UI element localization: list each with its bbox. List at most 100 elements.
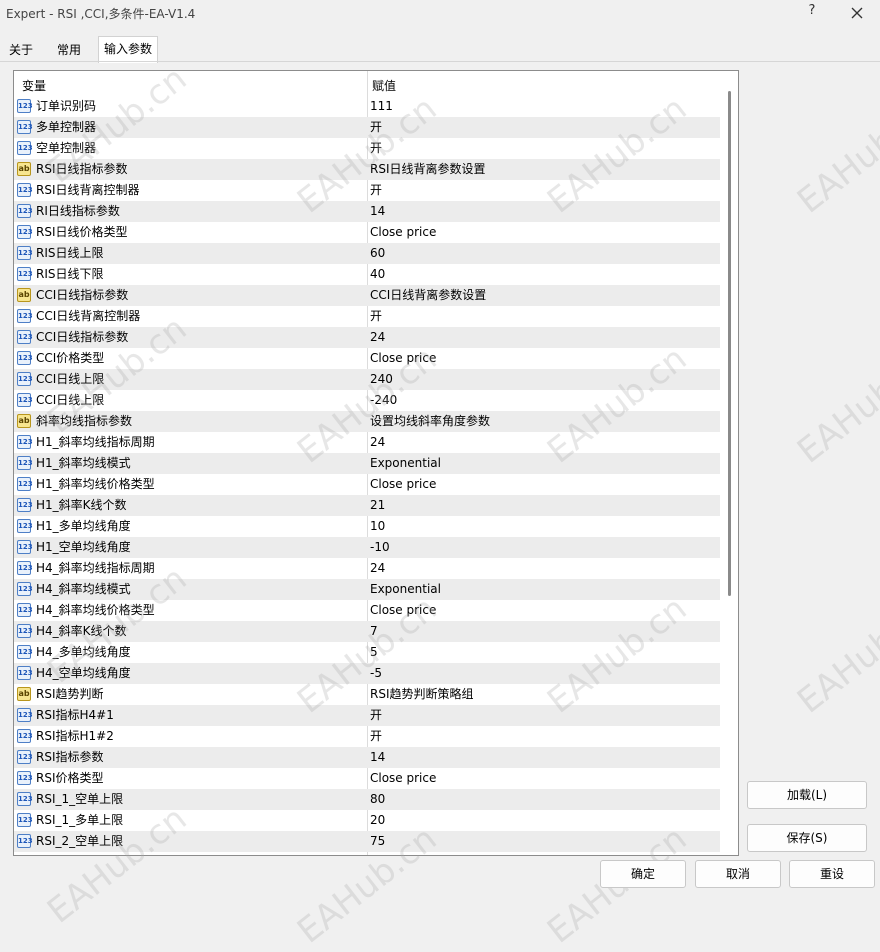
parameter-value[interactable]: 75: [370, 831, 385, 852]
parameter-value[interactable]: 10: [370, 516, 385, 537]
parameter-row[interactable]: 123 H4_斜率均线价格类型 Close price: [14, 600, 720, 621]
cancel-button[interactable]: 取消: [695, 860, 781, 888]
parameter-row[interactable]: 123 空单控制器 开: [14, 138, 720, 159]
watermark-text: EAHub.cn: [790, 588, 880, 722]
parameter-value[interactable]: 7: [370, 621, 378, 642]
parameter-row[interactable]: 123 CCI价格类型 Close price: [14, 348, 720, 369]
parameter-row[interactable]: 123 多单控制器 开: [14, 117, 720, 138]
parameter-name: CCI日线指标参数: [36, 288, 129, 302]
column-header-variable[interactable]: 变量: [22, 77, 46, 94]
parameter-value[interactable]: 24: [370, 558, 385, 579]
parameter-value[interactable]: 24: [370, 327, 385, 348]
vertical-scrollbar[interactable]: [721, 71, 738, 855]
parameter-value[interactable]: 14: [370, 201, 385, 222]
parameter-row[interactable]: ab RSI日线指标参数 RSI日线背离参数设置: [14, 159, 720, 180]
parameter-value[interactable]: RSI日线背离参数设置: [370, 159, 486, 180]
parameter-row[interactable]: 123 H1_空单均线角度 -10: [14, 537, 720, 558]
number-type-icon: 123: [17, 456, 33, 470]
help-button[interactable]: ?: [801, 3, 823, 23]
parameter-row[interactable]: 123 RI日线指标参数 14: [14, 201, 720, 222]
scrollbar-thumb[interactable]: [728, 91, 731, 596]
parameter-row[interactable]: ab RSI趋势判断 RSI趋势判断策略组: [14, 684, 720, 705]
parameter-row[interactable]: 123 H1_斜率均线价格类型 Close price: [14, 474, 720, 495]
parameter-value[interactable]: 21: [370, 495, 385, 516]
parameter-value[interactable]: 5: [370, 642, 378, 663]
tab-common[interactable]: 常用: [51, 40, 87, 61]
parameter-value[interactable]: 60: [370, 243, 385, 264]
watermark-text: EAHub.cn: [790, 88, 880, 222]
parameter-row[interactable]: 123 H4_斜率K线个数 7: [14, 621, 720, 642]
column-header-value[interactable]: 赋值: [372, 77, 396, 94]
parameter-row[interactable]: 123 H1_多单均线角度 10: [14, 516, 720, 537]
parameter-row[interactable]: 123 H1_斜率均线指标周期 24: [14, 432, 720, 453]
parameter-value[interactable]: 开: [370, 726, 382, 747]
parameter-name: 订单识别码: [36, 99, 97, 113]
save-button[interactable]: 保存(S): [747, 824, 867, 852]
parameter-row[interactable]: 123 RSI_1_多单上限 20: [14, 810, 720, 831]
parameter-row[interactable]: 123 RSI价格类型 Close price: [14, 768, 720, 789]
parameter-value[interactable]: -10: [370, 537, 390, 558]
parameter-value[interactable]: Close price: [370, 474, 436, 495]
parameter-row[interactable]: 123 H1_斜率K线个数 21: [14, 495, 720, 516]
parameter-row[interactable]: 123 CCI日线上限 240: [14, 369, 720, 390]
parameter-value[interactable]: 240: [370, 369, 393, 390]
parameter-row[interactable]: 123 RSI_2_空单上限 75: [14, 831, 720, 852]
parameter-name: H1_斜率均线模式: [36, 456, 131, 470]
parameter-row[interactable]: 123 订单识别码 111: [14, 96, 720, 117]
parameter-value[interactable]: 开: [370, 138, 382, 159]
parameter-value[interactable]: CCI日线背离参数设置: [370, 285, 486, 306]
parameter-row[interactable]: 123 RSI日线背离控制器 开: [14, 180, 720, 201]
parameter-row[interactable]: ab 斜率均线指标参数 设置均线斜率角度参数: [14, 411, 720, 432]
load-button[interactable]: 加载(L): [747, 781, 867, 809]
parameter-row[interactable]: 123 CCI日线上限 -240: [14, 390, 720, 411]
parameter-row[interactable]: 123 RSI指标H1#2 开: [14, 726, 720, 747]
parameter-value[interactable]: 111: [370, 96, 393, 117]
parameter-value[interactable]: 20: [370, 810, 385, 831]
reset-button[interactable]: 重设: [789, 860, 875, 888]
parameter-row[interactable]: 123 RSI指标H4#1 开: [14, 705, 720, 726]
tab-strip: 关于 常用 输入参数: [0, 36, 880, 63]
parameter-value[interactable]: 40: [370, 264, 385, 285]
parameter-name: RSI_1_空单上限: [36, 792, 124, 806]
parameter-value[interactable]: RSI趋势判断策略组: [370, 684, 474, 705]
parameter-value[interactable]: -5: [370, 663, 382, 684]
parameter-row[interactable]: 123 H4_空单均线角度 -5: [14, 663, 720, 684]
parameter-name: RSI指标参数: [36, 750, 104, 764]
tab-input-parameters[interactable]: 输入参数: [98, 36, 159, 63]
string-type-icon: ab: [17, 687, 31, 701]
tab-about[interactable]: 关于: [3, 40, 39, 61]
number-type-icon: 123: [17, 813, 33, 827]
close-button[interactable]: [846, 2, 868, 24]
number-type-icon: 123: [17, 141, 33, 155]
parameter-row[interactable]: 123 CCI日线指标参数 24: [14, 327, 720, 348]
parameter-value[interactable]: 80: [370, 789, 385, 810]
parameter-value[interactable]: -240: [370, 390, 397, 411]
parameter-value[interactable]: 24: [370, 432, 385, 453]
parameter-value[interactable]: 设置均线斜率角度参数: [370, 411, 490, 432]
parameter-row[interactable]: 123 RIS日线上限 60: [14, 243, 720, 264]
parameter-name: CCI日线上限: [36, 372, 105, 386]
parameter-row[interactable]: ab CCI日线指标参数 CCI日线背离参数设置: [14, 285, 720, 306]
parameter-value[interactable]: 开: [370, 306, 382, 327]
parameter-row[interactable]: 123 H4_斜率均线指标周期 24: [14, 558, 720, 579]
parameter-value[interactable]: Close price: [370, 348, 436, 369]
parameter-value[interactable]: 开: [370, 117, 382, 138]
parameter-row[interactable]: 123 H4_斜率均线模式 Exponential: [14, 579, 720, 600]
parameter-value[interactable]: Close price: [370, 600, 436, 621]
parameter-value[interactable]: Close price: [370, 222, 436, 243]
parameter-value[interactable]: Exponential: [370, 579, 441, 600]
parameter-value[interactable]: Close price: [370, 768, 436, 789]
parameter-row[interactable]: 123 H1_斜率均线模式 Exponential: [14, 453, 720, 474]
parameter-row[interactable]: 123 H4_多单均线角度 5: [14, 642, 720, 663]
parameter-row[interactable]: 123 RIS日线下限 40: [14, 264, 720, 285]
parameter-value[interactable]: Exponential: [370, 453, 441, 474]
parameter-row[interactable]: 123 RSI指标参数 14: [14, 747, 720, 768]
parameter-row[interactable]: 123 RSI日线价格类型 Close price: [14, 222, 720, 243]
parameter-value[interactable]: 开: [370, 180, 382, 201]
parameter-row[interactable]: 123 RSI_1_空单上限 80: [14, 789, 720, 810]
number-type-icon: 123: [17, 204, 33, 218]
ok-button[interactable]: 确定: [600, 860, 686, 888]
parameter-row[interactable]: 123 CCI日线背离控制器 开: [14, 306, 720, 327]
parameter-value[interactable]: 14: [370, 747, 385, 768]
parameter-value[interactable]: 开: [370, 705, 382, 726]
